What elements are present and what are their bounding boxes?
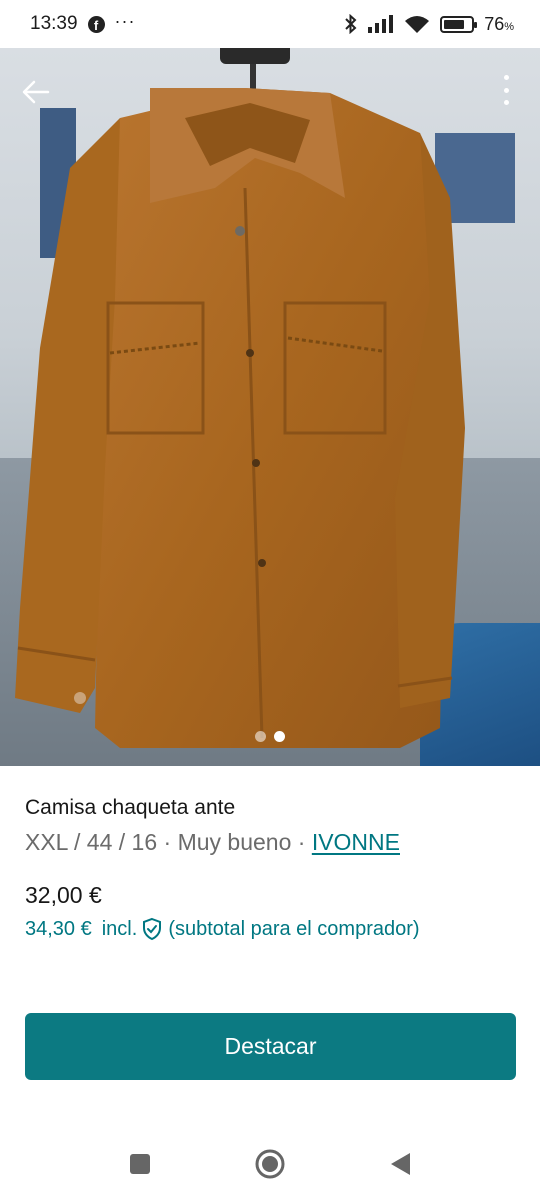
back-button[interactable] bbox=[18, 74, 54, 110]
buyer-price-note: (subtotal para el comprador) bbox=[168, 917, 420, 940]
status-left: 13:39 f ··· bbox=[30, 10, 136, 35]
battery-percent-sign: % bbox=[504, 20, 514, 33]
signal-icon bbox=[368, 15, 394, 33]
item-title: Camisa chaqueta ante bbox=[25, 796, 236, 819]
back-triangle-icon bbox=[391, 1152, 410, 1175]
buyer-protection-shield-icon bbox=[143, 917, 162, 941]
battery-percent: 76% bbox=[484, 14, 514, 35]
more-vertical-icon-dot bbox=[503, 87, 509, 93]
highlight-button[interactable]: Destacar bbox=[25, 1013, 516, 1080]
more-vertical-icon-dot bbox=[503, 75, 509, 80]
more-options-button[interactable] bbox=[496, 72, 516, 108]
bluetooth-icon bbox=[345, 14, 357, 34]
battery-icon bbox=[440, 15, 478, 33]
status-bar: 13:39 f ··· 76% bbox=[0, 0, 540, 48]
battery-fill bbox=[444, 19, 464, 29]
item-details: Camisa chaqueta ante XXL / 44 / 16 · Muy… bbox=[0, 766, 540, 941]
wifi-icon bbox=[405, 16, 430, 33]
recents-square-icon bbox=[130, 1153, 150, 1174]
buyer-price-row[interactable]: 34,30 € incl. (subtotal para el comprado… bbox=[25, 917, 515, 941]
shirt-image bbox=[15, 88, 465, 748]
more-notifications-icon: ··· bbox=[114, 10, 136, 31]
carousel-dot[interactable] bbox=[274, 731, 285, 742]
battery-percent-value: 76 bbox=[484, 13, 505, 34]
item-size-condition: XXL / 44 / 16 · Muy bueno · bbox=[25, 829, 312, 855]
product-photo-carousel[interactable] bbox=[0, 48, 540, 766]
back-arrow-icon bbox=[22, 80, 50, 104]
carousel-pager bbox=[0, 731, 540, 742]
system-navigation-bar bbox=[0, 1127, 540, 1200]
item-meta: XXL / 44 / 16 · Muy bueno · IVONNE bbox=[25, 829, 515, 856]
carousel-dot[interactable] bbox=[255, 731, 266, 742]
home-button[interactable] bbox=[250, 1144, 290, 1184]
facebook-icon: f bbox=[87, 15, 105, 33]
buyer-price: 34,30 € bbox=[25, 917, 92, 940]
buyer-price-incl: incl. bbox=[101, 917, 138, 940]
item-price: 32,00 € bbox=[25, 882, 102, 908]
recents-button[interactable] bbox=[120, 1144, 160, 1184]
more-vertical-icon-dot bbox=[503, 100, 509, 105]
back-system-button[interactable] bbox=[380, 1144, 420, 1184]
brand-link[interactable]: IVONNE bbox=[312, 829, 400, 855]
status-right: 76% bbox=[344, 14, 514, 35]
home-circle-icon bbox=[255, 1149, 285, 1178]
status-time: 13:39 bbox=[30, 13, 78, 34]
